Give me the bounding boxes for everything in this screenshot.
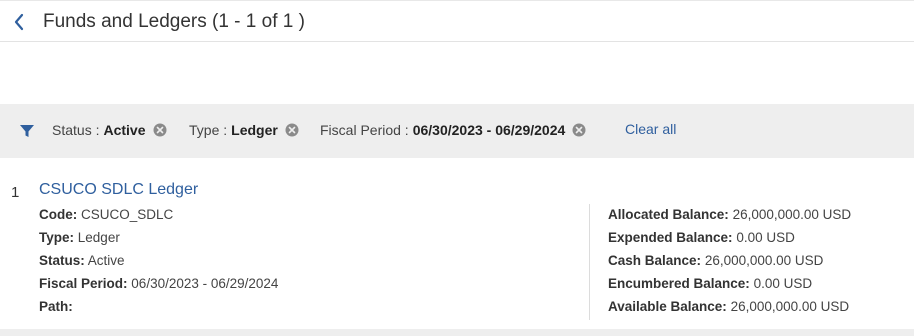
filter-chip-fiscal-period: Fiscal Period : 06/30/2023 - 06/29/2024 xyxy=(320,122,586,138)
field-label: Path: xyxy=(39,299,73,314)
field-value: 06/30/2023 - 06/29/2024 xyxy=(131,276,279,291)
filter-chip-status: Status : Active xyxy=(52,122,167,138)
field-value: 26,000,000.00 USD xyxy=(704,253,824,268)
field-code: Code: CSUCO_SDLC xyxy=(39,207,173,222)
field-value: 26,000,000.00 USD xyxy=(732,207,852,222)
remove-filter-type-button[interactable] xyxy=(285,123,299,137)
clear-all-link[interactable]: Clear all xyxy=(625,121,676,137)
filter-chip-value: Ledger xyxy=(231,122,278,138)
close-circle-icon xyxy=(285,123,299,137)
filter-chip-label: Status : xyxy=(52,122,100,138)
field-value: 0.00 USD xyxy=(753,276,813,291)
remove-filter-status-button[interactable] xyxy=(153,123,167,137)
page-title: Funds and Ledgers (1 - 1 of 1 ) xyxy=(43,11,305,32)
list-bottom-separator xyxy=(0,329,914,336)
field-label: Available Balance: xyxy=(608,299,727,314)
field-cash-balance: Cash Balance: 26,000,000.00 USD xyxy=(608,253,823,268)
remove-filter-fiscal-period-button[interactable] xyxy=(572,123,586,137)
field-label: Status: xyxy=(39,253,85,268)
field-value: CSUCO_SDLC xyxy=(81,207,174,222)
filter-chip-label: Type : xyxy=(189,122,228,138)
page-header: Funds and Ledgers (1 - 1 of 1 ) xyxy=(0,0,914,42)
close-circle-icon xyxy=(153,123,166,137)
field-path: Path: xyxy=(39,299,73,314)
field-available-balance: Available Balance: 26,000,000.00 USD xyxy=(608,299,849,314)
close-circle-icon xyxy=(572,123,586,137)
field-value: 0.00 USD xyxy=(736,230,795,245)
chevron-left-icon xyxy=(14,13,24,31)
filter-chip-label: Fiscal Period : xyxy=(320,122,409,138)
field-label: Cash Balance: xyxy=(608,253,702,268)
result-title-link[interactable]: CSUCO SDLC Ledger xyxy=(39,181,198,199)
field-allocated-balance: Allocated Balance: 26,000,000.00 USD xyxy=(608,207,851,222)
column-divider xyxy=(589,204,590,320)
filter-chip-type: Type : Ledger xyxy=(189,122,299,138)
field-label: Type: xyxy=(39,230,75,245)
filter-chip-value: 06/30/2023 - 06/29/2024 xyxy=(412,122,566,138)
field-label: Encumbered Balance: xyxy=(608,276,750,291)
field-label: Fiscal Period: xyxy=(39,276,128,291)
field-encumbered-balance: Encumbered Balance: 0.00 USD xyxy=(608,276,812,291)
filter-chip-value: Active xyxy=(103,122,146,138)
back-button[interactable] xyxy=(10,10,28,34)
field-type: Type: Ledger xyxy=(39,230,120,245)
field-label: Expended Balance: xyxy=(608,230,733,245)
field-label: Allocated Balance: xyxy=(608,207,729,222)
field-label: Code: xyxy=(39,207,78,222)
field-value: 26,000,000.00 USD xyxy=(730,299,850,314)
filter-icon[interactable] xyxy=(19,123,35,139)
field-value: Active xyxy=(87,253,125,268)
result-index: 1 xyxy=(11,184,20,201)
active-filters-bar: Status : Active Type : Ledger Fiscal Per… xyxy=(0,104,914,158)
field-fiscal-period: Fiscal Period: 06/30/2023 - 06/29/2024 xyxy=(39,276,278,291)
field-expended-balance: Expended Balance: 0.00 USD xyxy=(608,230,795,245)
field-status: Status: Active xyxy=(39,253,125,268)
field-value: Ledger xyxy=(77,230,120,245)
